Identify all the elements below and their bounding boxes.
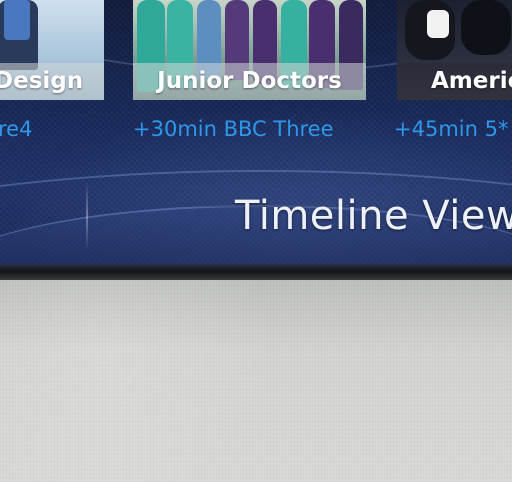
programme-title-text: Design bbox=[0, 68, 84, 94]
programme-title: Americ bbox=[397, 63, 512, 100]
programme-tile-design[interactable]: Design bbox=[0, 0, 104, 100]
wall-background bbox=[0, 280, 512, 482]
tv-screen: Design Junior Doctors Ameri re4 +30min B… bbox=[0, 0, 512, 268]
shirt-figure bbox=[4, 0, 30, 40]
programme-tile-americ[interactable]: Americ bbox=[397, 0, 512, 100]
person-figure bbox=[461, 0, 511, 55]
tv-bezel bbox=[0, 264, 512, 280]
timeline-view-button[interactable]: Timeline View bbox=[235, 193, 512, 239]
programme-tile-junior-doctors[interactable]: Junior Doctors bbox=[133, 0, 366, 100]
divider bbox=[86, 182, 88, 250]
channel-time-label: +45min 5* bbox=[394, 117, 509, 141]
programme-title: Junior Doctors bbox=[133, 63, 366, 100]
striped-shirt-figure bbox=[427, 10, 449, 38]
programme-title: Design bbox=[0, 63, 104, 100]
channel-time-label: +30min BBC Three bbox=[133, 117, 334, 141]
photo-scene: Design Junior Doctors Ameri re4 +30min B… bbox=[0, 0, 512, 482]
channel-time-label: re4 bbox=[0, 117, 33, 141]
